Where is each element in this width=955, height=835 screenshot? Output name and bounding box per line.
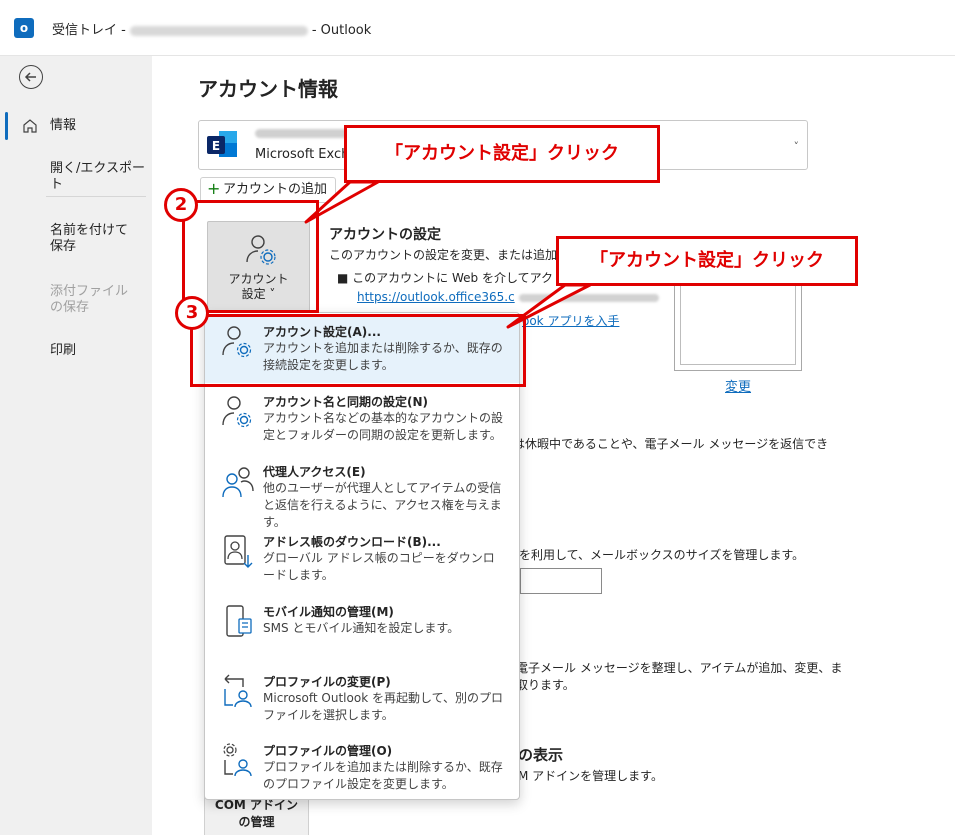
callout-1: 「アカウント設定」クリック xyxy=(344,125,660,183)
step-badge-2: 2 xyxy=(164,188,198,222)
step-badge-3: 3 xyxy=(175,296,209,330)
highlight-box-account-settings-button xyxy=(182,200,319,313)
highlight-box-menu-item xyxy=(190,314,526,387)
callout-2: 「アカウント設定」クリック xyxy=(556,236,858,286)
